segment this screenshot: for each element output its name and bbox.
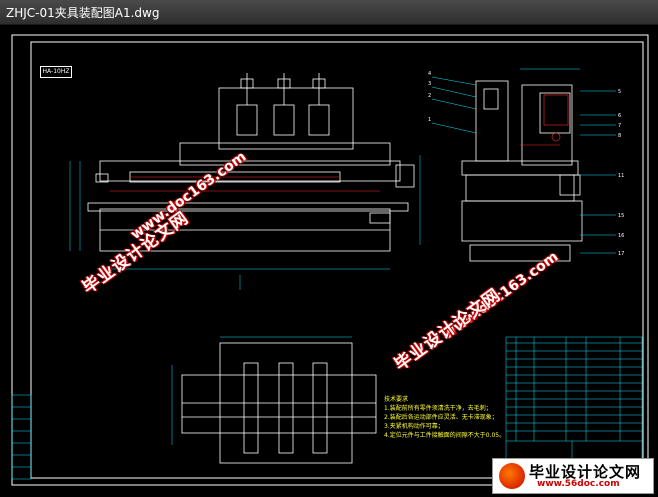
svg-text:5: 5 (618, 89, 621, 95)
svg-text:6: 6 (618, 113, 621, 119)
svg-text:17: 17 (618, 251, 624, 257)
window-title: ZHJC-01夹具装配图A1.dwg (6, 6, 160, 20)
tech-line: 2.装配后各运动部件应灵活、无卡滞现象； (384, 414, 498, 421)
svg-text:2: 2 (428, 93, 431, 99)
svg-text:8: 8 (618, 133, 621, 139)
svg-text:15: 15 (618, 213, 624, 219)
drawing-canvas[interactable]: 4 3 2 1 5 6 7 8 11 15 16 17 HA-10HZ 技术要求 1.装配前… (0, 25, 658, 494)
site-logo: 毕业设计论文网 www.56doc.com (492, 458, 654, 494)
tech-line: 1.装配前所有零件须清洗干净，去毛刺； (384, 405, 492, 412)
tech-line: 3.夹紧机构动作可靠； (384, 423, 444, 430)
tech-requirements: 技术要求 1.装配前所有零件须清洗干净，去毛刺； 2.装配后各运动部件应灵活、无… (384, 395, 505, 440)
logo-mark-icon (499, 463, 525, 489)
side-view-red (520, 94, 569, 146)
svg-text:7: 7 (618, 123, 621, 129)
title-block (505, 336, 643, 478)
svg-text:16: 16 (618, 233, 624, 239)
drawing-label-box: HA-10HZ (40, 66, 72, 78)
top-view-dimensions (171, 336, 352, 445)
title-bar: ZHJC-01夹具装配图A1.dwg (0, 0, 658, 25)
tech-line: 4.定位元件与工件接触面的间隙不大于0.05。 (384, 432, 506, 439)
tech-title: 技术要求 (384, 396, 409, 403)
svg-text:11: 11 (618, 173, 624, 179)
side-view (461, 80, 583, 262)
logo-url: www.56doc.com (537, 479, 620, 489)
svg-text:4: 4 (428, 71, 431, 77)
svg-text:3: 3 (428, 81, 431, 87)
svg-text:1: 1 (428, 117, 431, 123)
front-view-hidden (110, 176, 380, 192)
top-view (181, 342, 377, 464)
left-strip (11, 394, 32, 480)
